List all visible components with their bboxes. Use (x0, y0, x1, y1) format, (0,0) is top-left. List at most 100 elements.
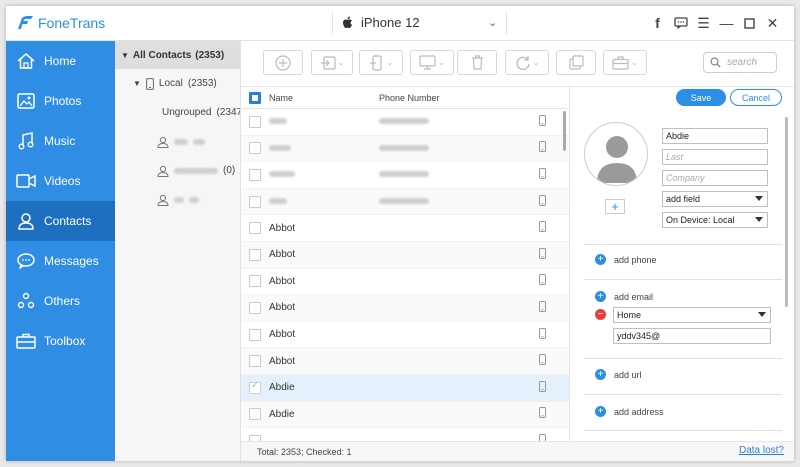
contact-phone (379, 143, 539, 154)
data-lost-link[interactable]: Data lost? (739, 445, 784, 456)
table-row[interactable]: Abbot (241, 215, 569, 242)
phone-icon (539, 274, 555, 288)
tree-item-group[interactable] (115, 185, 240, 214)
first-name-field[interactable]: Abdie (662, 128, 768, 144)
delete-button[interactable] (457, 50, 497, 75)
table-row[interactable]: Abbot (241, 322, 569, 349)
toolbox-icon (16, 331, 36, 351)
blurred-group-name (193, 138, 205, 145)
sidebar-item-photos[interactable]: Photos (6, 81, 115, 121)
table-row[interactable]: Abdie (241, 374, 569, 402)
row-checkbox[interactable] (249, 275, 261, 288)
row-checkbox[interactable] (249, 408, 261, 421)
row-checkbox[interactable] (249, 168, 261, 181)
sidebar-item-others[interactable]: Others (6, 281, 115, 321)
refresh-button[interactable]: ⌄ (505, 50, 549, 75)
row-checkbox[interactable] (249, 222, 261, 235)
chevron-down-icon: ⌄ (438, 58, 445, 67)
phone-icon (146, 77, 154, 90)
table-row[interactable]: Abbot (241, 241, 569, 269)
email-type-select[interactable]: Home (613, 307, 771, 323)
table-row[interactable] (241, 162, 569, 189)
tree-item-group[interactable]: (0) (115, 156, 240, 185)
maximize-icon[interactable] (738, 14, 761, 32)
add-circle-icon[interactable]: + (595, 406, 606, 417)
expand-arrow-icon[interactable]: ▼ (133, 79, 141, 88)
briefcase-icon (612, 55, 629, 70)
sidebar-item-messages[interactable]: Messages (6, 241, 115, 281)
add-circle-icon[interactable]: + (595, 291, 606, 302)
add-contact-button[interactable] (263, 50, 303, 75)
add-phone-row[interactable]: + add phone (595, 254, 657, 265)
table-row[interactable]: Abbot (241, 295, 569, 322)
blurred-group-name (189, 196, 199, 203)
row-checkbox[interactable] (249, 328, 261, 341)
last-name-field[interactable]: Last (662, 149, 768, 165)
import-icon (320, 55, 336, 70)
tree-label: Local (158, 78, 183, 89)
row-checkbox[interactable] (249, 248, 261, 261)
row-checkbox[interactable] (249, 115, 261, 128)
save-button[interactable]: Save (676, 89, 726, 106)
toolbox-button[interactable]: ⌄ (603, 50, 647, 75)
search-input[interactable]: search (703, 52, 777, 73)
device-selector[interactable]: iPhone 12 ⌄ (342, 15, 497, 30)
trash-icon (471, 55, 483, 70)
row-checkbox[interactable] (249, 355, 261, 368)
facebook-icon[interactable]: f (646, 14, 669, 32)
add-circle-icon[interactable]: + (595, 369, 606, 380)
add-email-row[interactable]: + add email (595, 291, 653, 302)
column-header-phone[interactable]: Phone Number (379, 93, 539, 103)
cancel-button[interactable]: Cancel (730, 89, 782, 106)
person-icon (157, 194, 169, 206)
add-photo-button[interactable]: + (605, 199, 625, 214)
divider (584, 430, 782, 431)
tree-item-ungrouped[interactable]: Ungrouped (2347 (115, 98, 240, 127)
export-to-pc-button[interactable]: ⌄ (410, 50, 454, 75)
sidebar-item-label: Videos (44, 174, 81, 188)
feedback-icon[interactable] (669, 14, 692, 32)
add-address-row[interactable]: + add address (595, 406, 664, 417)
email-input[interactable]: yddv345@ (613, 328, 771, 344)
expand-arrow-icon[interactable]: ▼ (121, 51, 129, 60)
table-row[interactable]: Abdie (241, 401, 569, 429)
remove-circle-icon[interactable]: − (595, 309, 606, 320)
table-row[interactable] (241, 135, 569, 163)
sidebar-item-home[interactable]: Home (6, 41, 115, 81)
add-field-select[interactable]: add field (662, 191, 768, 207)
sidebar-item-toolbox[interactable]: Toolbox (6, 321, 115, 361)
blurred-phone (379, 198, 429, 205)
storage-select[interactable]: On Device: Local (662, 212, 768, 228)
column-header-name[interactable]: Name (269, 93, 379, 103)
vertical-scrollbar[interactable] (785, 117, 788, 307)
tree-item-group[interactable] (115, 127, 240, 156)
row-checkbox[interactable] (249, 380, 261, 394)
menu-icon[interactable]: ☰ (692, 14, 715, 32)
contact-name (269, 143, 379, 154)
row-checkbox[interactable] (249, 142, 261, 155)
row-checkbox[interactable] (249, 301, 261, 314)
refresh-icon (516, 55, 530, 70)
add-circle-icon[interactable]: + (595, 254, 606, 265)
close-icon[interactable]: ✕ (761, 14, 784, 32)
sidebar-item-videos[interactable]: Videos (6, 161, 115, 201)
import-button[interactable]: ⌄ (311, 50, 353, 75)
table-row[interactable]: Abbot (241, 348, 569, 375)
duplicate-button[interactable] (556, 50, 596, 75)
export-to-device-button[interactable]: ⌄ (359, 50, 403, 75)
table-row[interactable] (241, 109, 569, 136)
tree-item-local[interactable]: ▼ Local (2353) (115, 69, 240, 98)
table-row[interactable]: Abbot (241, 269, 569, 296)
vertical-scrollbar[interactable] (563, 111, 566, 151)
sidebar-item-contacts[interactable]: Contacts (6, 201, 115, 241)
dropdown-arrow-icon (755, 217, 763, 222)
tree-item-all-contacts[interactable]: ▼ All Contacts (2353) (115, 41, 240, 69)
phone-icon (539, 407, 555, 421)
select-all-checkbox[interactable] (249, 91, 261, 104)
row-checkbox[interactable] (249, 195, 261, 208)
minimize-icon[interactable]: — (715, 14, 738, 32)
add-url-row[interactable]: + add url (595, 369, 642, 380)
company-field[interactable]: Company (662, 170, 768, 186)
sidebar-item-music[interactable]: Music (6, 121, 115, 161)
table-row[interactable] (241, 188, 569, 216)
